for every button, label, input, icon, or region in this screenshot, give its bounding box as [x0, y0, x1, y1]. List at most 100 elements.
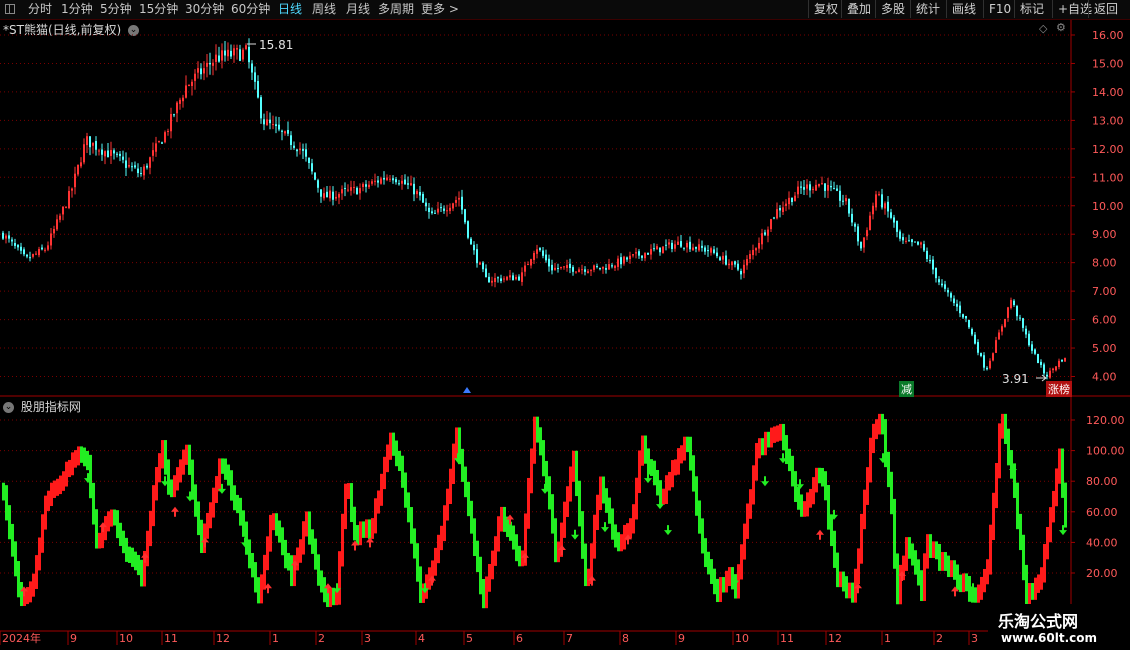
price-tick-label: 9.00 [1092, 228, 1117, 241]
indicator-bar [743, 523, 746, 560]
x-axis-label: 10 [119, 632, 133, 645]
indicator-bar [809, 488, 812, 508]
candle-body [41, 247, 43, 250]
candle-body [323, 193, 325, 199]
indicator-bar [935, 541, 938, 560]
indicator-bar [494, 536, 497, 566]
indicator-bar [992, 492, 995, 540]
indicator-bar [296, 547, 299, 571]
indicator-bar [356, 525, 359, 546]
candle-body [623, 256, 625, 264]
indicator-bar [284, 539, 287, 569]
indicator-bar [218, 458, 221, 492]
indicator-bar [983, 568, 986, 593]
candle-body [77, 164, 79, 175]
indicator-bar [65, 461, 68, 487]
indicator-bar [965, 573, 968, 592]
candle-body [251, 63, 253, 73]
indicator-bar [1007, 428, 1010, 466]
indicator-bar [260, 574, 263, 604]
candle-body [131, 166, 133, 168]
indicator-bar [698, 500, 701, 534]
candle-body [185, 85, 187, 98]
candle-body [677, 241, 679, 245]
indicator-bar [1037, 574, 1040, 593]
candle-body [110, 150, 112, 156]
candle-body [338, 194, 340, 198]
x-axis-label: 10 [735, 632, 749, 645]
indicator-bar [776, 425, 779, 442]
candle-body [1052, 368, 1054, 371]
candle-body [767, 229, 769, 236]
low-price-label: 3.91 [1002, 372, 1029, 386]
candle-body [38, 249, 40, 256]
indicator-bar [452, 443, 455, 485]
candle-body [932, 259, 934, 270]
candle-body [503, 278, 505, 280]
indicator-bar [701, 518, 704, 554]
candle-body [869, 215, 871, 231]
indicator-bar [557, 541, 560, 563]
candle-body [875, 194, 877, 208]
indicator-bar [167, 459, 170, 495]
arrow-down-icon [571, 529, 579, 540]
indicator-tick-label: 100.00 [1086, 445, 1125, 458]
candle-body [1031, 344, 1033, 351]
indicator-bar [899, 564, 902, 605]
candle-body [53, 229, 55, 234]
indicator-bar [656, 469, 659, 496]
candle-body [278, 124, 280, 130]
high-price-label: 15.81 [259, 38, 294, 52]
candle-body [647, 252, 649, 255]
indicator-bar [305, 511, 308, 537]
candle-body [800, 186, 802, 188]
x-axis-label: 5 [466, 632, 473, 645]
indicator-bar [815, 467, 818, 493]
indicator-bar [596, 494, 599, 531]
candle-body [1064, 357, 1066, 362]
indicator-bar [707, 551, 710, 575]
indicator-bar [833, 530, 836, 568]
indicator-bar [206, 512, 209, 539]
indicator-bar [1049, 507, 1052, 543]
indicator-bar [68, 459, 71, 478]
indicator-bar [818, 467, 821, 484]
indicator-bar [2, 482, 5, 501]
candle-body [947, 290, 949, 293]
candle-body [287, 129, 289, 134]
indicator-bar [602, 476, 605, 504]
indicator-bar [149, 510, 152, 547]
candle-body [335, 196, 337, 199]
indicator-bar [194, 484, 197, 517]
chart-grid [0, 34, 1071, 574]
candle-body [311, 163, 313, 172]
candle-body [500, 278, 502, 282]
indicator-bar [443, 505, 446, 542]
candle-body [962, 314, 964, 318]
candle-body [797, 186, 799, 195]
indicator-bar [995, 463, 998, 509]
x-axis-label: 4 [418, 632, 425, 645]
indicator-bar [668, 471, 671, 491]
candle-body [860, 242, 862, 249]
stock-chart[interactable]: 16.0015.0014.0013.0012.0011.0010.009.008… [0, 0, 1130, 650]
candle-body [329, 190, 331, 199]
indicator-bar [308, 511, 311, 545]
indicator-bar [635, 477, 638, 520]
indicator-bar [1061, 448, 1064, 498]
indicator-bar [677, 448, 680, 475]
watermark-url: www.60lt.com [1001, 631, 1098, 645]
candle-body [284, 131, 286, 134]
indicator-bar [695, 476, 698, 516]
candle-body [629, 255, 631, 260]
candle-body [71, 188, 73, 191]
indicator-bar [869, 437, 872, 483]
indicator-bar [80, 446, 83, 463]
candle-body [125, 160, 127, 168]
candle-body [320, 189, 322, 197]
indicator-bar [29, 581, 32, 603]
indicator-bar [731, 567, 734, 590]
candle-body [662, 246, 664, 254]
indicator-bar [407, 492, 410, 523]
indicator-bar [710, 559, 713, 584]
